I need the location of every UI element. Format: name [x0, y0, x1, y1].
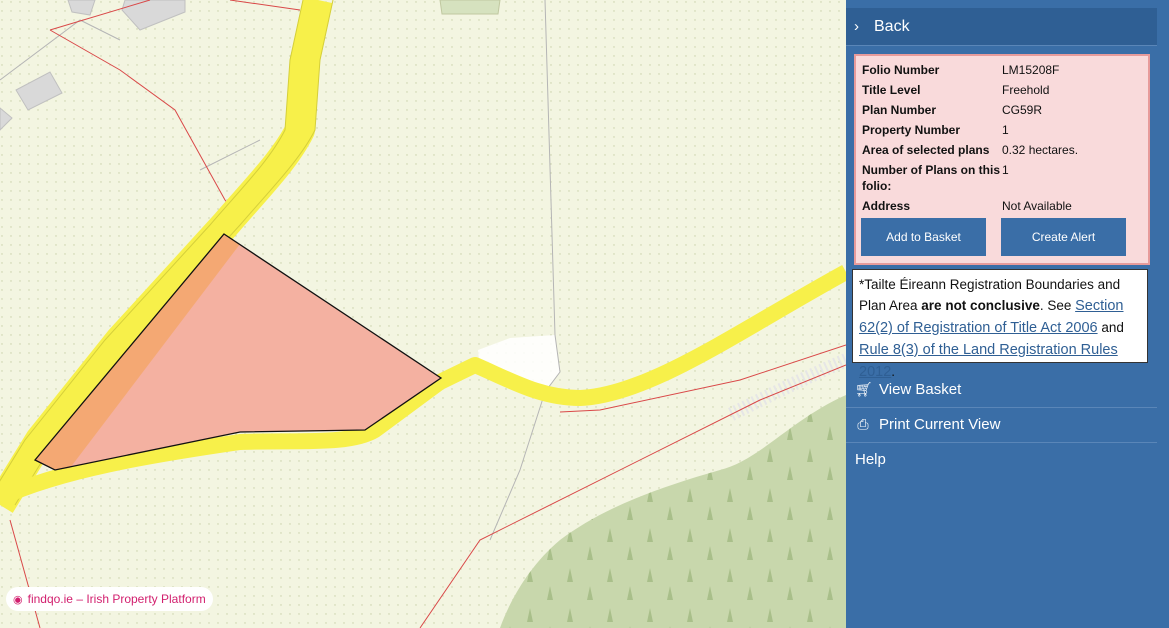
folio-value: 0.32 hectares.: [1002, 143, 1079, 157]
back-button[interactable]: › Back: [846, 8, 1157, 46]
print-current-view-button[interactable]: ⎙ Print Current View: [846, 407, 1157, 443]
print-label: Print Current View: [879, 416, 1001, 433]
folio-key: Plan Number: [862, 103, 937, 117]
tree-patch: [439, 0, 501, 15]
folio-key: Property Number: [862, 123, 961, 137]
folio-value: 1: [1002, 123, 1009, 137]
folio-key: Number of Plans on this folio:: [862, 163, 1001, 193]
back-label: Back: [874, 17, 910, 35]
folio-row: Plan Number CG59R: [862, 102, 1144, 118]
folio-key: Area of selected plans: [862, 143, 990, 157]
top-strip: [846, 0, 1169, 8]
folio-row: Title Level Freehold: [862, 82, 1144, 98]
map-canvas[interactable]: ◉ findqo.ie – Irish Property Platform: [0, 0, 846, 628]
create-alert-button[interactable]: Create Alert: [1001, 218, 1126, 256]
folio-row: Number of Plans on this folio: 1: [862, 162, 1144, 194]
folio-value: Freehold: [1002, 83, 1050, 97]
cart-icon: 🛒︎: [855, 381, 873, 397]
folio-value: Not Available: [1002, 199, 1072, 213]
folio-row: Property Number 1: [862, 122, 1144, 138]
folio-key: Title Level: [862, 83, 921, 97]
globe-icon: ◉: [13, 593, 23, 606]
sidebar-scrollbar[interactable]: [1157, 8, 1169, 628]
help-button[interactable]: Help: [846, 442, 1157, 477]
folio-value: CG59R: [1002, 103, 1043, 117]
chevron-right-icon: ›: [854, 18, 859, 35]
folio-value: LM15208F: [1002, 63, 1060, 77]
folio-key: Address: [862, 199, 911, 213]
disclaimer-box: *Tailte Éireann Registration Boundaries …: [852, 269, 1148, 380]
folio-value: 1: [1002, 163, 1009, 177]
badge-text: findqo.ie – Irish Property Platform: [27, 592, 206, 606]
folio-row: Area of selected plans 0.32 hectares.: [862, 142, 1144, 158]
help-label: Help: [855, 451, 886, 468]
printer-icon: ⎙: [857, 416, 869, 432]
sidebar: › Back Folio Number LM15208F Title Level F…: [846, 0, 1169, 628]
folio-row: Address Not Available: [862, 198, 1144, 214]
map-svg[interactable]: [0, 0, 846, 628]
view-basket-label: View Basket: [879, 381, 962, 398]
view-basket-button[interactable]: 🛒︎ View Basket: [846, 372, 1157, 408]
findqo-badge[interactable]: ◉ findqo.ie – Irish Property Platform: [6, 587, 213, 611]
disclaimer-text: . See: [1039, 298, 1076, 313]
folio-table: Folio Number LM15208F Title Level Freehold…: [862, 62, 1144, 218]
folio-info-box: Folio Number LM15208F Title Level Freehold…: [854, 54, 1150, 265]
disclaimer-bold: are not conclusive: [921, 298, 1040, 313]
add-to-basket-button[interactable]: Add to Basket: [861, 218, 986, 256]
folio-key: Folio Number: [862, 63, 940, 77]
disclaimer-text: and: [1097, 320, 1124, 335]
folio-row: Folio Number LM15208F: [862, 62, 1144, 78]
